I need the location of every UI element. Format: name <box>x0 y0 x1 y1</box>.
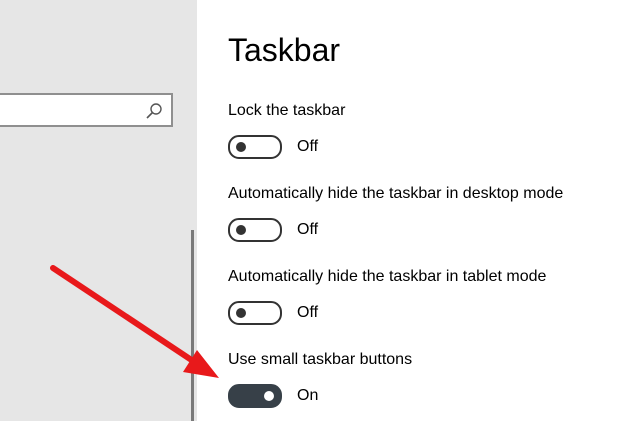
setting-label: Lock the taskbar <box>228 102 346 119</box>
setting-label: Automatically hide the taskbar in tablet… <box>228 268 547 285</box>
setting-lock-taskbar: Lock the taskbar Off <box>228 101 345 159</box>
autohide-tablet-toggle[interactable] <box>228 301 282 325</box>
setting-small-buttons: Use small taskbar buttons On <box>228 350 412 408</box>
autohide-desktop-toggle[interactable] <box>228 218 282 242</box>
setting-label: Automatically hide the taskbar in deskto… <box>228 185 564 202</box>
setting-label: Use small taskbar buttons <box>228 351 413 368</box>
lock-taskbar-toggle[interactable] <box>228 135 282 159</box>
page-title: Taskbar <box>228 32 341 68</box>
toggle-knob <box>236 225 246 235</box>
toggle-state-label: Off <box>297 221 319 238</box>
toggle-state-label: Off <box>297 138 319 155</box>
toggle-knob <box>264 391 274 401</box>
setting-autohide-tablet: Automatically hide the taskbar in tablet… <box>228 267 546 325</box>
small-buttons-toggle[interactable] <box>228 384 282 408</box>
setting-autohide-desktop: Automatically hide the taskbar in deskto… <box>228 184 563 242</box>
toggle-knob <box>236 142 246 152</box>
toggle-knob <box>236 308 246 318</box>
settings-content: Taskbar Lock the taskbar Off Automatical… <box>228 0 624 421</box>
search-input[interactable] <box>0 93 173 127</box>
sidebar-scrollbar[interactable] <box>191 230 194 421</box>
toggle-state-label: On <box>297 387 319 404</box>
sidebar <box>0 0 197 421</box>
toggle-state-label: Off <box>297 304 319 321</box>
search-icon[interactable] <box>145 102 163 120</box>
